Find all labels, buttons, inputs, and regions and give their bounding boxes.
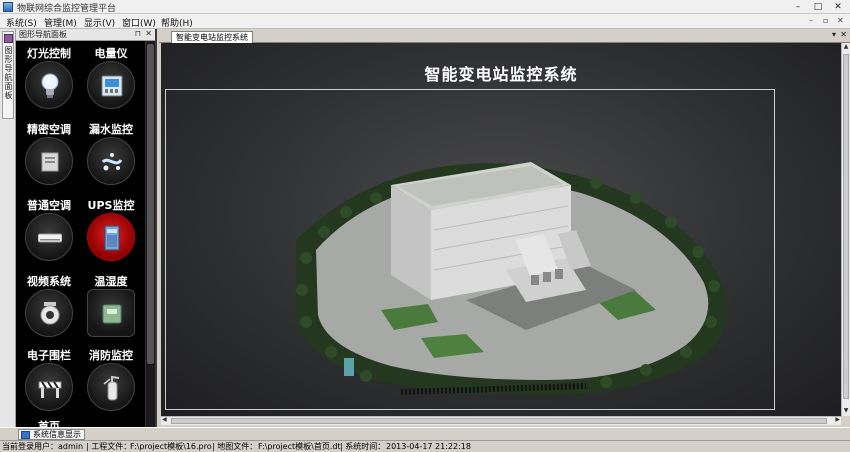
scrollbar-thumb[interactable] — [171, 418, 827, 424]
menu-view[interactable]: 显示(V) — [84, 16, 115, 29]
scrollbar-thumb[interactable] — [843, 54, 849, 399]
chevron-down-icon[interactable]: ▾ — [832, 30, 836, 39]
nav-item-temp-humidity[interactable]: 温湿度 — [80, 273, 142, 343]
nav-panel-scrollbar[interactable] — [145, 41, 155, 427]
barrier-fence-icon — [25, 363, 73, 411]
minimize-button[interactable]: – — [792, 1, 804, 13]
light-bulb-icon — [25, 61, 73, 109]
nav-item-label: 电子围栏 — [27, 349, 71, 362]
scroll-up-arrow-icon[interactable]: ▲ — [842, 43, 850, 52]
nav-item-air-conditioner[interactable]: 普通空调 — [18, 197, 80, 267]
document-tab-bar: 智能变电站监控系统 ▾ ✕ — [159, 29, 850, 43]
nav-panel-title: 图形导航面板 — [19, 30, 67, 39]
tab-substation-monitor[interactable]: 智能变电站监控系统 — [171, 31, 253, 43]
graphic-nav-panel: 图形导航面板 ⊓ ✕ 灯光控制 电量仪 精密空调 漏水监控 普通空调 UPS监控… — [16, 29, 157, 427]
status-user-label: 当前登录用户： — [2, 442, 58, 451]
nav-item-ups[interactable]: UPS监控 — [80, 197, 142, 267]
substation-scene-frame[interactable] — [165, 89, 775, 410]
monitor-canvas: 智能变电站监控系统 — [161, 43, 841, 416]
status-project-label: | 工程文件： — [86, 442, 132, 451]
tab-system-info-label: 系统信息显示 — [33, 430, 81, 439]
nav-item-lighting[interactable]: 灯光控制 — [18, 45, 80, 115]
menu-manage[interactable]: 管理(M) — [44, 16, 77, 29]
nav-item-home[interactable]: 首页 — [18, 418, 80, 427]
nav-item-label: 精密空调 — [27, 123, 71, 136]
nav-item-power-meter[interactable]: 电量仪 — [80, 45, 142, 115]
substation-3d-illustration — [296, 162, 729, 395]
nav-item-video[interactable]: 视频系统 — [18, 273, 80, 343]
maximize-button[interactable]: □ — [812, 1, 824, 13]
canvas-horizontal-scrollbar[interactable]: ◀ ▶ — [161, 416, 841, 425]
menu-help[interactable]: 帮助(H) — [161, 16, 193, 29]
status-project-path: F:\project模板\16.pro — [130, 442, 212, 451]
air-conditioner-icon — [25, 213, 73, 261]
status-time: 2013-04-17 21:22:18 — [386, 442, 471, 451]
nav-item-water-leak[interactable]: 漏水监控 — [80, 121, 142, 191]
nav-item-label: 普通空调 — [27, 199, 71, 212]
pin-icon[interactable]: ⊓ — [135, 29, 141, 38]
nav-item-label: 漏水监控 — [89, 123, 133, 136]
camera-icon — [25, 289, 73, 337]
strip-tab-label: 图形导航面板 — [4, 46, 13, 100]
nav-item-precision-ac[interactable]: 精密空调 — [18, 121, 80, 191]
status-bar: 当前登录用户： admin | 工程文件： F:\project模板\16.pr… — [0, 440, 850, 452]
nav-item-label: 消防监控 — [89, 349, 133, 362]
nav-item-label: 视频系统 — [27, 275, 71, 288]
mdi-restore-button[interactable]: ▫ — [823, 16, 828, 25]
info-panel-icon — [21, 431, 30, 439]
nav-panel-close-button[interactable]: ✕ — [145, 29, 152, 38]
scrollbar-thumb[interactable] — [147, 44, 154, 364]
water-leak-icon — [87, 137, 135, 185]
canvas-vertical-scrollbar[interactable]: ▲ ▼ — [841, 43, 850, 416]
canvas-heading: 智能变电站监控系统 — [424, 65, 578, 84]
nav-item-electronic-fence[interactable]: 电子围栏 — [18, 347, 80, 417]
scroll-left-arrow-icon[interactable]: ◀ — [162, 416, 167, 423]
bottom-tab-bar: 系统信息显示 — [0, 427, 850, 440]
tab-close-button[interactable]: ✕ — [840, 30, 847, 39]
nav-item-label: UPS监控 — [87, 199, 135, 212]
app-icon — [3, 2, 13, 12]
precision-ac-icon — [25, 137, 73, 185]
strip-tab-nav-panel[interactable]: 图形导航面板 — [2, 31, 14, 119]
ups-icon — [87, 213, 135, 261]
autohide-strip: 图形导航面板 — [0, 29, 16, 427]
mdi-minimize-button[interactable]: – — [809, 16, 813, 25]
menu-window[interactable]: 窗口(W) — [122, 16, 156, 29]
panel-icon — [4, 34, 13, 43]
nav-item-label: 首页 — [38, 420, 60, 427]
status-map-path: F:\project模板\首页.dt — [258, 442, 341, 451]
status-map-label: | 地图文件： — [212, 442, 258, 451]
title-bar: 物联网综合监控管理平台 – □ ✕ — [0, 0, 850, 14]
tab-system-info[interactable]: 系统信息显示 — [18, 429, 85, 440]
status-user: admin — [58, 442, 84, 451]
thermo-hygro-icon — [87, 289, 135, 337]
scroll-right-arrow-icon[interactable]: ▶ — [835, 416, 840, 423]
nav-item-label: 温湿度 — [94, 275, 128, 288]
nav-item-label: 电量仪 — [94, 47, 128, 60]
power-meter-icon — [87, 61, 135, 109]
fire-extinguisher-icon — [87, 363, 135, 411]
mdi-close-button[interactable]: ✕ — [837, 16, 844, 25]
close-button[interactable]: ✕ — [832, 1, 844, 13]
menu-system[interactable]: 系统(S) — [6, 16, 37, 29]
scroll-down-arrow-icon[interactable]: ▼ — [842, 407, 850, 416]
window-title: 物联网综合监控管理平台 — [17, 4, 117, 14]
nav-item-label: 灯光控制 — [27, 47, 71, 60]
nav-item-fire-monitoring[interactable]: 消防监控 — [80, 347, 142, 417]
menu-bar: 系统(S) 管理(M) 显示(V) 窗口(W) 帮助(H) – ▫ ✕ — [0, 14, 850, 29]
status-time-label: | 系统时间： — [340, 442, 386, 451]
nav-panel-header: 图形导航面板 ⊓ ✕ — [16, 29, 155, 41]
